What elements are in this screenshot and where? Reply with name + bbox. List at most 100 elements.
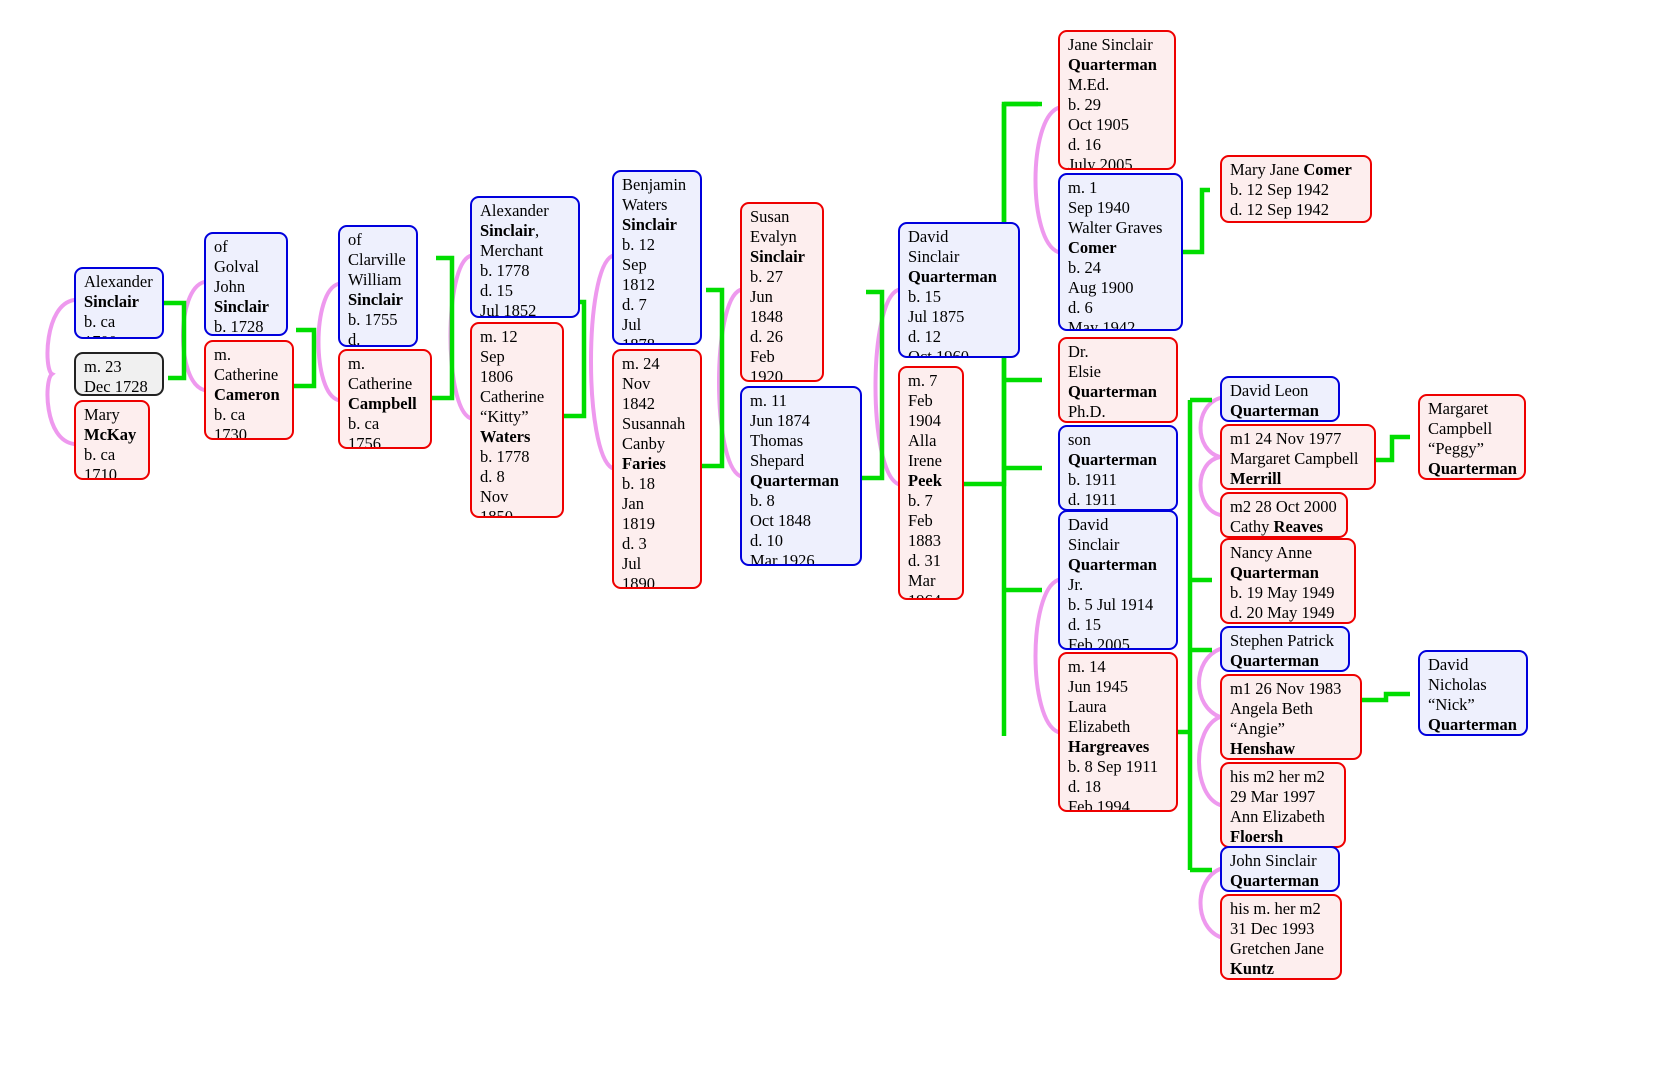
person-line: Quarterman	[1230, 401, 1319, 420]
person-box-david-nicholas-nick-quarterman[interactable]: David Nicholas “Nick” Quarterman	[1418, 650, 1528, 736]
marriage-arc-arc-alexander-mary	[45, 298, 76, 446]
person-line: Dr.	[1068, 342, 1089, 361]
marriage-arc-arc-john-catherine	[181, 280, 206, 392]
person-line: b. 18	[622, 474, 655, 493]
person-line: Margaret Campbell	[1230, 449, 1359, 468]
person-box-gretchen-jane-kuntz[interactable]: his m. her m2 31 Dec 1993 Gretchen Jane Kun…	[1220, 894, 1342, 980]
descent-line-d-william-to-alexander	[432, 255, 455, 401]
person-line: McKay	[84, 425, 137, 444]
person-box-susannah-canby-faries[interactable]: m. 24 Nov 1842 Susannah Canby Faries b. 18 Jan 1…	[612, 349, 702, 589]
person-line: 1920	[750, 367, 783, 382]
person-line: Cameron	[214, 385, 280, 404]
person-line: Jul 1875	[908, 307, 965, 326]
person-box-catherine-kitty-waters[interactable]: m. 12 Sep 1806 Catherine “Kitty” Waters b. 177…	[470, 322, 564, 518]
person-line: William	[348, 270, 402, 289]
person-line: d. 12 Sep 1942	[1230, 200, 1329, 219]
person-line: Evalyn	[750, 227, 797, 246]
person-box-john-sinclair-1728[interactable]: of Golval John Sinclair b. 1728	[204, 232, 288, 336]
person-line: 1883	[908, 531, 941, 550]
person-line: 1848	[750, 307, 783, 326]
person-box-alexander-sinclair-1700[interactable]: AlexanderSinclairb. ca1700	[74, 267, 164, 339]
person-line: m2 28 Oct 2000	[1230, 497, 1337, 516]
person-box-benjamin-waters-sinclair[interactable]: Benjamin Waters Sinclair b. 12 Sep 1812 d. 7 Ju…	[612, 170, 702, 345]
person-line: Ph.D.	[1068, 402, 1106, 421]
person-line: Nov	[480, 487, 509, 506]
person-line: M.Ed.	[1068, 75, 1110, 94]
person-line: m.	[348, 354, 365, 373]
person-box-nancy-anne-quarterman[interactable]: Nancy Anne Quarterman b. 19 May 1949 d. 20 …	[1220, 538, 1356, 624]
person-line: b. 12	[622, 235, 655, 254]
marriage-arc-arc-william-catherine	[316, 282, 340, 402]
person-line: Aug 1900	[1068, 278, 1134, 297]
person-line: Feb 2005	[1068, 635, 1130, 650]
person-line: Quarterman	[1068, 55, 1157, 74]
person-line: Feb	[750, 347, 775, 366]
person-line: Mary	[84, 405, 120, 424]
person-box-cathy-reaves[interactable]: m2 28 Oct 2000 Cathy Reaves	[1220, 492, 1348, 538]
descent-line-d-alexander-to-benjamin	[564, 299, 587, 419]
person-box-thomas-shepard-quarterman[interactable]: m. 11 Jun 1874 Thomas Shepard Quarterman b. 8…	[740, 386, 862, 566]
person-line: Oct 1848	[750, 511, 811, 530]
person-box-margaret-campbell-merrill[interactable]: m1 24 Nov 1977 Margaret Campbell Merrill	[1220, 424, 1376, 490]
person-line: David	[1068, 515, 1109, 534]
person-box-mary-mckay[interactable]: Mary McKay b. ca 1710	[74, 400, 150, 480]
person-line: Oct 1960	[908, 347, 969, 358]
person-line: Sinclair,	[480, 221, 540, 240]
person-line: Sinclair	[348, 290, 404, 309]
person-line: b. ca	[84, 312, 116, 331]
person-box-david-leon-quarterman[interactable]: David Leon Quarterman	[1220, 376, 1340, 422]
person-line: David	[908, 227, 949, 246]
person-line: Jul	[622, 554, 642, 573]
person-box-william-sinclair-1755[interactable]: of Clarville William Sinclair b. 1755 d.	[338, 225, 418, 347]
person-box-laura-elizabeth-hargreaves[interactable]: m. 14 Jun 1945 Laura Elizabeth Hargreaves b. …	[1058, 652, 1178, 812]
person-box-margaret-campbell-peggy-quarterman[interactable]: Margaret Campbell “Peggy” Quarterman	[1418, 394, 1526, 480]
marriage-arc-arc-stephen-wives	[1197, 647, 1226, 807]
person-box-alexander-sinclair-1778[interactable]: Alexander Sinclair, Merchant b. 1778 d. 15 Ju…	[470, 196, 580, 318]
person-line: 1819	[622, 514, 655, 533]
person-line: 1890	[622, 574, 655, 589]
person-box-son-quarterman[interactable]: son Quarterman b. 1911 d. 1911	[1058, 425, 1178, 511]
person-line: Quarterman	[1068, 382, 1157, 401]
person-box-walter-graves-comer[interactable]: m. 1 Sep 1940 Walter Graves Comer b. 24 Aug 1…	[1058, 173, 1183, 331]
person-box-catherine-cameron[interactable]: m. Catherine Cameron b. ca 1730	[204, 340, 294, 440]
person-box-angela-beth-angie-henshaw[interactable]: m1 26 Nov 1983 Angela Beth “Angie” Henshaw	[1220, 674, 1362, 760]
person-line: b. ca	[348, 414, 380, 433]
person-line: 1904	[908, 411, 941, 430]
person-box-jane-sinclair-quarterman[interactable]: Jane Sinclair Quarterman M.Ed. b. 29 Oct 190…	[1058, 30, 1176, 170]
person-line: Jane Sinclair	[1068, 35, 1153, 54]
person-line: Comer	[1068, 238, 1117, 257]
person-line: his m. her m2	[1230, 899, 1321, 918]
person-box-alla-irene-peek[interactable]: m. 7 Feb 1904 Alla Irene Peek b. 7 Feb 1883 d. 31…	[898, 366, 964, 600]
person-line: Peek	[908, 471, 942, 490]
person-line: 29 Mar 1997	[1230, 787, 1316, 806]
person-line: Quarterman	[1068, 555, 1157, 574]
person-box-susan-evalyn-sinclair[interactable]: Susan Evalyn Sinclair b. 27 Jun 1848 d. 26 Feb 1…	[740, 202, 824, 382]
person-line: d. 1911	[1068, 490, 1117, 509]
person-line: b. ca	[84, 445, 116, 464]
person-box-ann-elizabeth-floersh[interactable]: his m2 her m2 29 Mar 1997 Ann Elizabeth Flo…	[1220, 762, 1346, 848]
person-box-david-sinclair-quarterman-jr[interactable]: David Sinclair Quarterman Jr. b. 5 Jul 1914 d…	[1058, 510, 1178, 650]
person-line: Catherine	[348, 374, 413, 393]
person-line: Kuntz	[1230, 959, 1275, 978]
person-box-marriage-1728[interactable]: m. 23 Dec 1728	[74, 352, 164, 396]
person-line: Elizabeth	[1068, 717, 1131, 736]
person-line: Mary Jane Comer	[1230, 160, 1352, 179]
person-line: d. 6	[1068, 298, 1093, 317]
person-box-john-sinclair-quarterman[interactable]: John Sinclair Quarterman	[1220, 846, 1340, 892]
descent-line-d-david-leon-to-peggy	[1376, 434, 1410, 463]
person-box-mary-jane-comer[interactable]: Mary Jane Comer b. 12 Sep 1942 d. 12 Sep 1…	[1220, 155, 1372, 223]
person-line: Angela Beth	[1230, 699, 1313, 718]
person-line: Jul 1852	[480, 301, 537, 318]
person-box-catherine-campbell[interactable]: m. Catherine Campbell b. ca 1756	[338, 349, 432, 449]
descent-line-d-alexander-to-john	[164, 300, 187, 381]
person-line: b. 24	[1068, 258, 1101, 277]
person-line: d. 10	[750, 531, 783, 550]
person-box-dr-elsie-quarterman[interactable]: Dr. Elsie Quarterman Ph.D.	[1058, 337, 1178, 423]
person-line: Sinclair	[622, 215, 678, 234]
person-box-stephen-patrick-quarterman[interactable]: Stephen Patrick Quarterman	[1220, 626, 1350, 672]
person-box-david-sinclair-quarterman[interactable]: David Sinclair Quarterman b. 15 Jul 1875 d. 1…	[898, 222, 1020, 358]
person-line: “Peggy”	[1428, 439, 1484, 458]
family-tree-chart: AlexanderSinclairb. ca1700m. 23Dec 1728M…	[0, 0, 1674, 1074]
person-line: m. 14	[1068, 657, 1106, 676]
person-line: Hargreaves	[1068, 737, 1150, 756]
